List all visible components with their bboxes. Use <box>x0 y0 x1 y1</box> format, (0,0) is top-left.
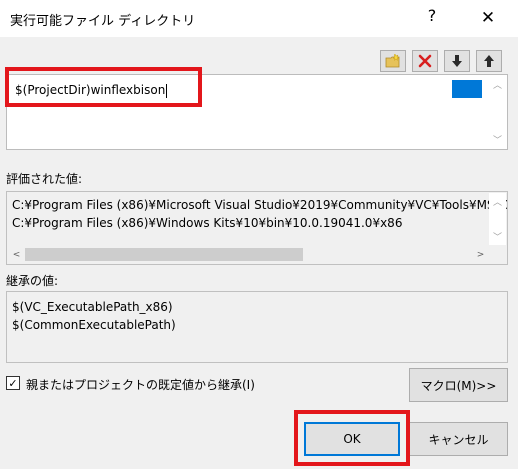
close-button[interactable]: ✕ <box>470 3 506 33</box>
new-folder-icon <box>385 53 400 68</box>
chevron-left-icon[interactable]: < <box>8 246 25 263</box>
checkmark-icon: ✓ <box>8 376 18 390</box>
evaluated-vscrollbar[interactable]: ︿ ﹀ <box>489 193 506 245</box>
inherited-label: 継承の値: <box>6 274 59 288</box>
evaluated-line: C:¥Program Files (x86)¥Microsoft Visual … <box>12 198 508 212</box>
highlight-box-ok <box>294 410 410 466</box>
move-down-icon <box>452 55 462 67</box>
inherit-checkbox-label[interactable]: 親またはプロジェクトの既定値から継承(I) <box>26 376 255 393</box>
evaluated-hscrollbar[interactable]: < > <box>8 246 489 263</box>
inherited-values-box: $(VC_ExecutablePath_x86) $(CommonExecuta… <box>6 291 508 363</box>
chevron-down-icon[interactable]: ﹀ <box>489 131 506 148</box>
evaluated-label: 評価された値: <box>6 172 83 186</box>
move-up-button[interactable] <box>476 50 502 72</box>
delete-icon <box>418 54 432 68</box>
browse-button[interactable] <box>452 80 482 98</box>
evaluated-line: C:¥Program Files (x86)¥Windows Kits¥10¥b… <box>12 216 403 230</box>
highlight-box-entry <box>5 67 202 107</box>
title-bar: 実行可能ファイル ディレクトリ ? ✕ <box>0 0 518 38</box>
macro-button[interactable]: マクロ(M)>> <box>409 368 508 402</box>
scroll-thumb[interactable] <box>25 248 303 261</box>
dialog-title: 実行可能ファイル ディレクトリ <box>10 14 196 29</box>
new-line-button[interactable] <box>380 50 406 72</box>
inherit-checkbox[interactable]: ✓ <box>6 376 20 390</box>
delete-line-button[interactable] <box>412 50 438 72</box>
evaluated-values-box: C:¥Program Files (x86)¥Microsoft Visual … <box>6 191 508 265</box>
directory-list-scrollbar[interactable]: ︿ ﹀ <box>489 76 506 148</box>
chevron-down-icon[interactable]: ﹀ <box>489 228 506 245</box>
inherited-line: $(CommonExecutablePath) <box>12 318 176 332</box>
inherited-line: $(VC_ExecutablePath_x86) <box>12 300 173 314</box>
chevron-up-icon[interactable]: ︿ <box>489 193 506 210</box>
cancel-button[interactable]: キャンセル <box>409 422 508 456</box>
chevron-up-icon[interactable]: ︿ <box>489 76 506 93</box>
move-down-button[interactable] <box>444 50 470 72</box>
chevron-right-icon[interactable]: > <box>472 246 489 263</box>
help-button[interactable]: ? <box>420 6 444 25</box>
move-up-icon <box>484 55 494 67</box>
